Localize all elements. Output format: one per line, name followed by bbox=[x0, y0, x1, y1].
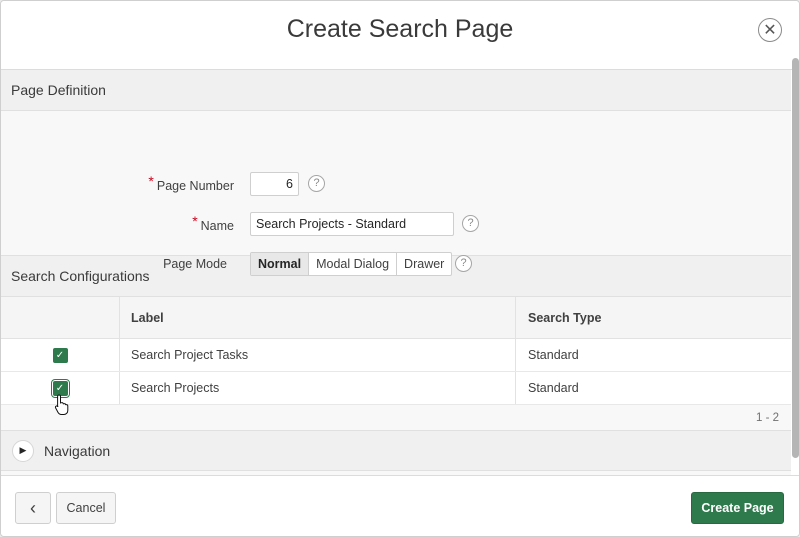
row-label: Search Projects bbox=[120, 372, 516, 404]
table-row: ✓ Search Projects Standard bbox=[1, 372, 791, 405]
create-page-button[interactable]: Create Page bbox=[691, 492, 784, 524]
name-input[interactable]: Search Projects - Standard bbox=[250, 212, 454, 236]
search-configurations-grid: Label Search Type ✓ Search Project Tasks… bbox=[1, 297, 791, 431]
page-definition-heading: Page Definition bbox=[1, 70, 791, 111]
dialog-title: Create Search Page bbox=[286, 15, 514, 43]
create-search-page-dialog: Create Search Page ✕ Page Definition * Pa… bbox=[0, 0, 800, 537]
row-label: Search Project Tasks bbox=[120, 339, 516, 371]
expand-triangle-icon[interactable]: ▶ bbox=[12, 439, 34, 462]
label-column-header: Label bbox=[120, 297, 516, 338]
page-definition-form: * Page Number 6 ? * Name Search Projects -… bbox=[1, 111, 791, 276]
name-label: * Name bbox=[192, 213, 234, 233]
row-checkbox[interactable]: ✓ bbox=[52, 347, 68, 363]
dialog-footer: ‹ Cancel Create Page bbox=[1, 475, 799, 536]
grid-header: Label Search Type bbox=[1, 297, 791, 339]
close-button[interactable]: ✕ bbox=[758, 18, 782, 42]
select-column-header bbox=[1, 297, 120, 338]
dialog-titlebar: Create Search Page ✕ bbox=[1, 1, 799, 70]
page-mode-drawer[interactable]: Drawer bbox=[396, 253, 451, 275]
back-button[interactable]: ‹ bbox=[15, 492, 51, 524]
page-number-label: * Page Number bbox=[148, 173, 234, 193]
name-help-icon[interactable]: ? bbox=[462, 215, 479, 232]
dialog-body: Page Definition * Page Number 6 ? * Name S… bbox=[1, 70, 791, 475]
cancel-button[interactable]: Cancel bbox=[56, 492, 116, 524]
hand-cursor-icon bbox=[54, 394, 69, 415]
required-marker: * bbox=[192, 213, 198, 229]
required-marker: * bbox=[148, 173, 154, 189]
page-mode-normal[interactable]: Normal bbox=[251, 253, 309, 275]
page-mode-row: Page Mode bbox=[1, 252, 227, 278]
navigation-section[interactable]: ▶ Navigation bbox=[1, 431, 791, 471]
search-type-column-header: Search Type bbox=[528, 310, 602, 325]
page-mode-modal-dialog[interactable]: Modal Dialog bbox=[308, 253, 396, 275]
table-row: ✓ Search Project Tasks Standard bbox=[1, 339, 791, 372]
row-search-type: Standard bbox=[528, 348, 579, 362]
page-number-row: * Page Number bbox=[1, 172, 234, 198]
page-mode-help-icon[interactable]: ? bbox=[455, 255, 472, 272]
scrollbar[interactable] bbox=[792, 58, 799, 458]
page-mode-selector: Normal Modal Dialog Drawer bbox=[250, 252, 453, 276]
page-number-input[interactable]: 6 bbox=[250, 172, 299, 196]
page-number-help-icon[interactable]: ? bbox=[308, 175, 325, 192]
close-icon: ✕ bbox=[763, 22, 777, 39]
pagination-range: 1 - 2 bbox=[1, 405, 791, 431]
page-mode-label: Page Mode bbox=[163, 257, 227, 271]
chevron-left-icon: ‹ bbox=[30, 497, 36, 518]
row-search-type: Standard bbox=[528, 381, 579, 395]
navigation-heading: Navigation bbox=[44, 442, 111, 459]
name-row: * Name bbox=[1, 212, 234, 238]
